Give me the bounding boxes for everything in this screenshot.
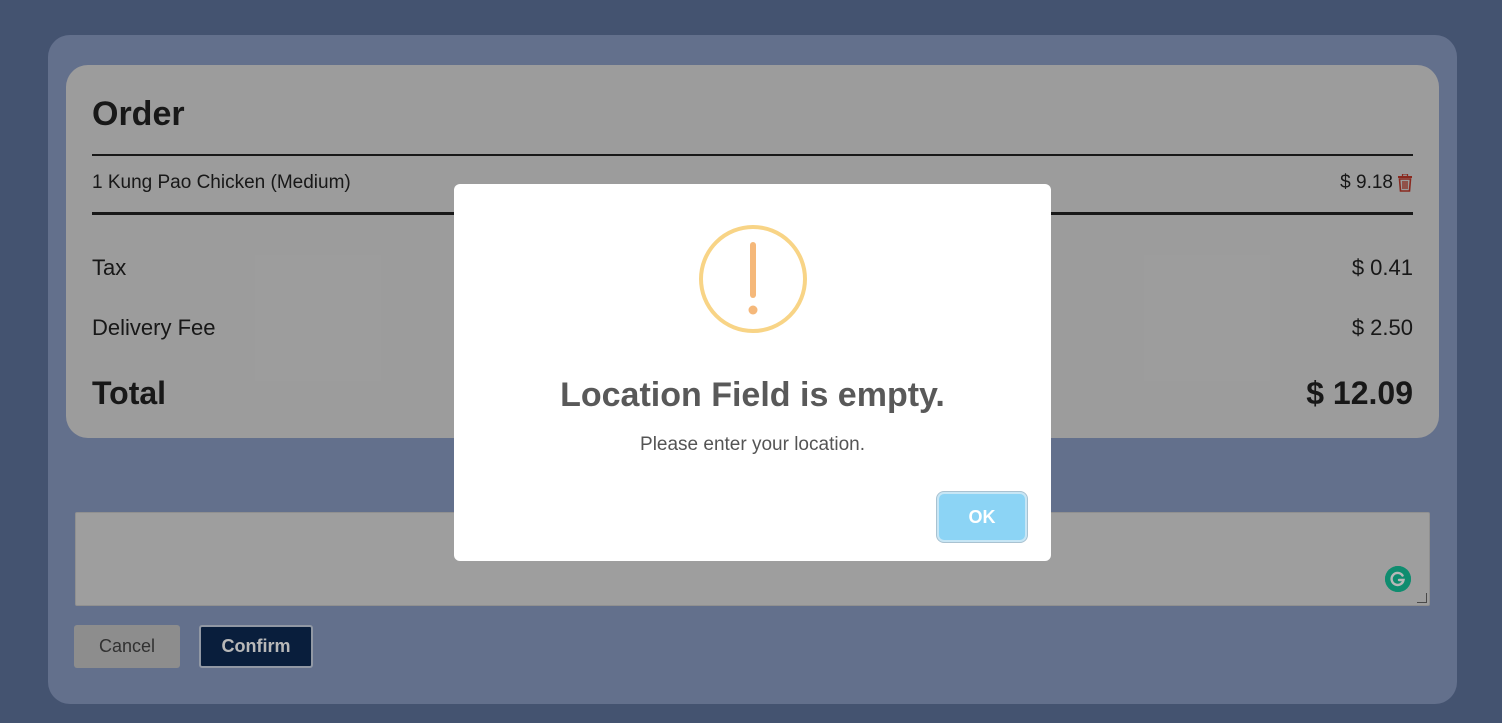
dialog-title: Location Field is empty.	[560, 376, 945, 414]
dialog-message: Please enter your location.	[640, 434, 865, 455]
ok-button[interactable]: OK	[939, 494, 1025, 540]
warning-icon	[698, 224, 808, 334]
alert-dialog: Location Field is empty. Please enter yo…	[454, 184, 1051, 561]
